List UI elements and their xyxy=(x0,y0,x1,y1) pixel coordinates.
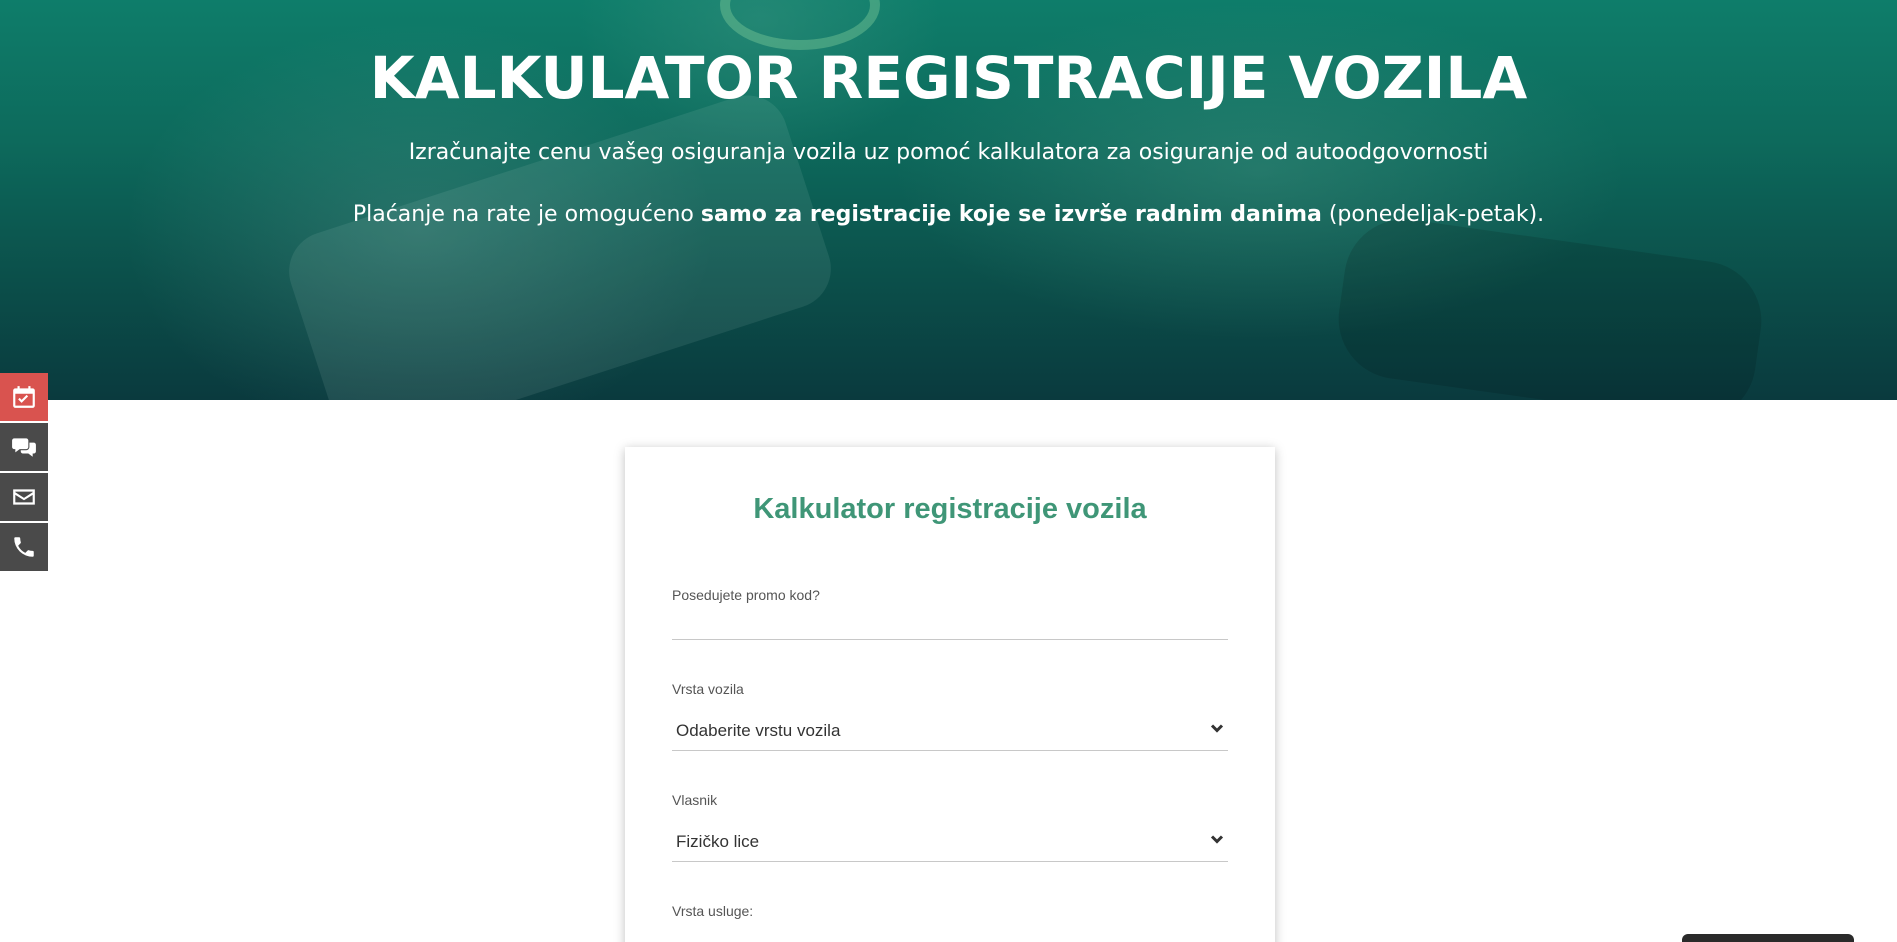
vehicle-type-label: Vrsta vozila xyxy=(672,681,744,697)
hero-background-decoration xyxy=(278,85,842,400)
phone-button[interactable] xyxy=(0,523,48,571)
chat-widget-tab[interactable] xyxy=(1682,934,1854,942)
hero-background-decoration xyxy=(1330,211,1770,400)
owner-select[interactable]: Fizičko lice xyxy=(672,822,1228,862)
chat-icon xyxy=(12,438,36,457)
phone-icon xyxy=(14,537,34,557)
chevron-down-icon xyxy=(1210,832,1224,851)
mail-icon xyxy=(13,489,35,505)
appointment-button[interactable] xyxy=(0,373,48,421)
chat-button[interactable] xyxy=(0,423,48,471)
page-title: KALKULATOR REGISTRACIJE VOZILA xyxy=(369,44,1528,112)
hero-banner: KALKULATOR REGISTRACIJE VOZILA Izračunaj… xyxy=(0,0,1897,400)
chevron-down-icon xyxy=(1210,721,1224,740)
side-action-bar xyxy=(0,373,48,573)
promo-code-input[interactable] xyxy=(672,600,1228,640)
calculator-form-card: Kalkulator registracije vozila Posedujet… xyxy=(625,447,1275,942)
hero-background-decoration xyxy=(720,0,880,50)
owner-selected-value: Fizičko lice xyxy=(676,831,760,851)
vehicle-type-selected-value: Odaberite vrstu vozila xyxy=(676,720,841,740)
installment-note-text-end: (ponedeljak-petak). xyxy=(1321,202,1545,227)
service-type-label: Vrsta usluge: xyxy=(672,903,754,919)
installment-note-bold: samo za registracije koje se izvrše radn… xyxy=(700,202,1322,227)
vehicle-type-select[interactable]: Odaberite vrstu vozila xyxy=(672,711,1228,751)
form-title: Kalkulator registracije vozila xyxy=(753,493,1147,525)
hero-subtitle: Izračunajte cenu vašeg osiguranja vozila… xyxy=(408,140,1489,165)
owner-label: Vlasnik xyxy=(672,792,718,808)
email-button[interactable] xyxy=(0,473,48,521)
installment-note-text: Plaćanje na rate je omogućeno xyxy=(352,202,701,227)
installment-note: Plaćanje na rate je omogućeno samo za re… xyxy=(0,202,1897,227)
calendar-check-icon xyxy=(13,386,35,408)
